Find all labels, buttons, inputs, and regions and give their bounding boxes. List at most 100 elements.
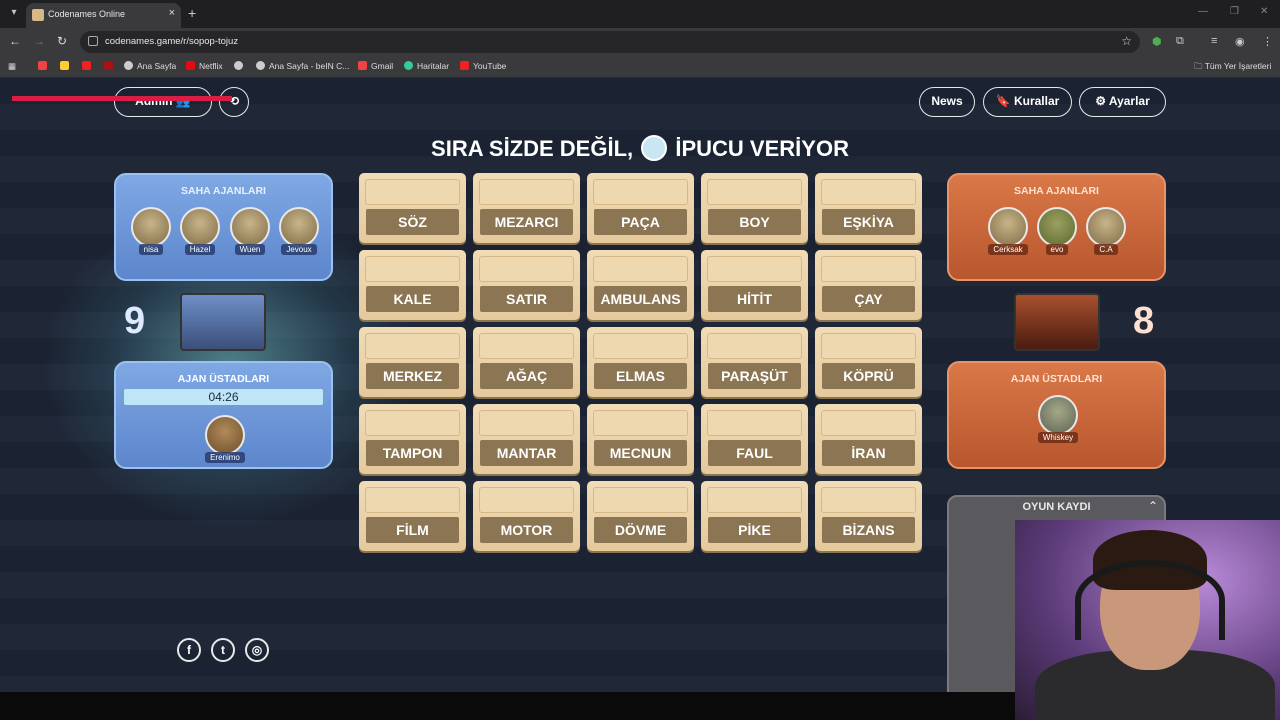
word-card[interactable]: BOY [701, 173, 808, 243]
bookmark-bein[interactable]: Ana Sayfa - beIN C... [256, 61, 349, 71]
red-spymaster[interactable]: Whiskey [1035, 395, 1081, 453]
card-word: FİLM [366, 517, 459, 543]
tab-close-icon[interactable]: × [169, 7, 175, 19]
word-card[interactable]: DÖVME [587, 481, 694, 551]
bookmark-haritalar[interactable]: Haritalar [404, 61, 449, 71]
admin-button[interactable]: Admin 👥 [114, 87, 212, 117]
turn-timer: 04:26 [124, 389, 323, 405]
youtube-shortcut-icon[interactable] [82, 61, 95, 71]
word-card[interactable]: PAÇA [587, 173, 694, 243]
bookmark-ana-sayfa[interactable]: Ana Sayfa [124, 61, 176, 71]
word-card[interactable]: MECNUN [587, 404, 694, 474]
facebook-icon[interactable]: f [177, 638, 201, 662]
bookmark-star-icon[interactable]: ☆ [1121, 34, 1132, 48]
maximize-icon[interactable]: ❐ [1230, 6, 1239, 17]
card-picture-slot [821, 179, 916, 205]
player-avatar [180, 207, 220, 247]
bookmark-gmail[interactable]: Gmail [358, 61, 393, 71]
word-card[interactable]: KÖPRÜ [815, 327, 922, 397]
word-card[interactable]: AMBULANS [587, 250, 694, 320]
word-card[interactable]: ELMAS [587, 327, 694, 397]
card-word: SATIR [480, 286, 573, 312]
word-card[interactable]: SÖZ [359, 173, 466, 243]
blue-operative[interactable]: Jevoux [276, 207, 322, 265]
rules-button[interactable]: 🔖 Kurallar [983, 87, 1072, 117]
bookmark-globe-icon[interactable] [234, 61, 247, 71]
tab-title: Codenames Online [48, 9, 126, 19]
word-card[interactable]: MEZARCI [473, 173, 580, 243]
gmail-shortcut-icon[interactable] [38, 61, 51, 71]
red-operative[interactable]: Cerksak [985, 207, 1031, 265]
blue-operative[interactable]: Hazel [177, 207, 223, 265]
word-card[interactable]: SATIR [473, 250, 580, 320]
reload-icon[interactable]: ↻ [57, 34, 67, 48]
blue-operative[interactable]: Wuen [227, 207, 273, 265]
site-info-icon[interactable] [88, 36, 98, 46]
word-card[interactable]: MERKEZ [359, 327, 466, 397]
settings-button[interactable]: ⚙ Ayarlar [1079, 87, 1166, 117]
reset-round-icon[interactable]: ⟲ [219, 87, 249, 117]
forward-icon[interactable]: → [33, 34, 45, 48]
card-word: HİTİT [708, 286, 801, 312]
red-shortcut-icon[interactable] [104, 61, 117, 71]
word-card[interactable]: EŞKİYA [815, 173, 922, 243]
bookmark-youtube[interactable]: YouTube [460, 61, 506, 71]
word-card[interactable]: FİLM [359, 481, 466, 551]
browser-tab[interactable]: Codenames Online × [26, 3, 181, 28]
instagram-icon[interactable]: ◎ [245, 638, 269, 662]
back-icon[interactable]: ← [9, 34, 21, 48]
card-picture-slot [707, 256, 802, 282]
media-control-icon[interactable]: ≡ [1211, 35, 1217, 47]
new-tab-icon[interactable]: + [188, 5, 196, 21]
twitter-icon[interactable]: t [211, 638, 235, 662]
blue-operative[interactable]: nisa [128, 207, 174, 265]
chevron-up-icon[interactable]: ⌃ [1148, 499, 1158, 513]
player-avatar [205, 415, 245, 455]
word-card[interactable]: KALE [359, 250, 466, 320]
word-card[interactable]: İRAN [815, 404, 922, 474]
word-card[interactable]: AĞAÇ [473, 327, 580, 397]
card-word: KALE [366, 286, 459, 312]
address-bar[interactable]: codenames.game/r/sopop-tojuz ☆ [80, 31, 1140, 53]
word-card[interactable]: FAUL [701, 404, 808, 474]
card-picture-slot [365, 487, 460, 513]
word-card[interactable]: BİZANS [815, 481, 922, 551]
yellow-shortcut-icon[interactable] [60, 61, 73, 71]
card-picture-slot [479, 179, 574, 205]
profile-avatar-icon[interactable]: ◉ [1235, 35, 1245, 48]
word-card[interactable]: MANTAR [473, 404, 580, 474]
card-word: BİZANS [822, 517, 915, 543]
card-picture-slot [593, 410, 688, 436]
url-text: codenames.game/r/sopop-tojuz [105, 36, 239, 47]
tab-list-chevron-icon[interactable]: ▾ [6, 5, 22, 21]
all-bookmarks-folder[interactable]: 🗀 Tüm Yer İşaretleri [1194, 61, 1271, 75]
card-word: PİKE [708, 517, 801, 543]
shield-extension-icon[interactable]: ⬢ [1152, 35, 1162, 48]
bookmark-netflix[interactable]: Netflix [186, 61, 223, 71]
word-card[interactable]: HİTİT [701, 250, 808, 320]
card-word: ELMAS [594, 363, 687, 389]
word-card[interactable]: TAMPON [359, 404, 466, 474]
card-picture-slot [593, 333, 688, 359]
extensions-icon[interactable]: ⧉ [1176, 35, 1184, 48]
word-card[interactable]: PARAŞÜT [701, 327, 808, 397]
codenames-favicon-icon [32, 9, 44, 21]
blue-spymaster[interactable]: Erenimo [202, 415, 248, 467]
word-card[interactable]: MOTOR [473, 481, 580, 551]
card-word: FAUL [708, 440, 801, 466]
news-button[interactable]: News [919, 87, 975, 117]
player-avatar [1086, 207, 1126, 247]
minimize-icon[interactable]: — [1198, 6, 1208, 17]
overlay-red-bar [12, 96, 232, 101]
word-card[interactable]: ÇAY [815, 250, 922, 320]
card-picture-slot [707, 410, 802, 436]
close-window-icon[interactable]: ✕ [1260, 6, 1268, 17]
red-operative[interactable]: C.A [1083, 207, 1129, 265]
card-word: TAMPON [366, 440, 459, 466]
apps-grid-icon[interactable]: ▦ [8, 61, 16, 72]
red-operative[interactable]: evo [1034, 207, 1080, 265]
menu-kebab-icon[interactable]: ⋮ [1262, 35, 1273, 48]
card-word: MOTOR [480, 517, 573, 543]
word-card[interactable]: PİKE [701, 481, 808, 551]
red-spymasters-panel: AJAN ÜSTADLARI Whiskey [947, 361, 1166, 469]
